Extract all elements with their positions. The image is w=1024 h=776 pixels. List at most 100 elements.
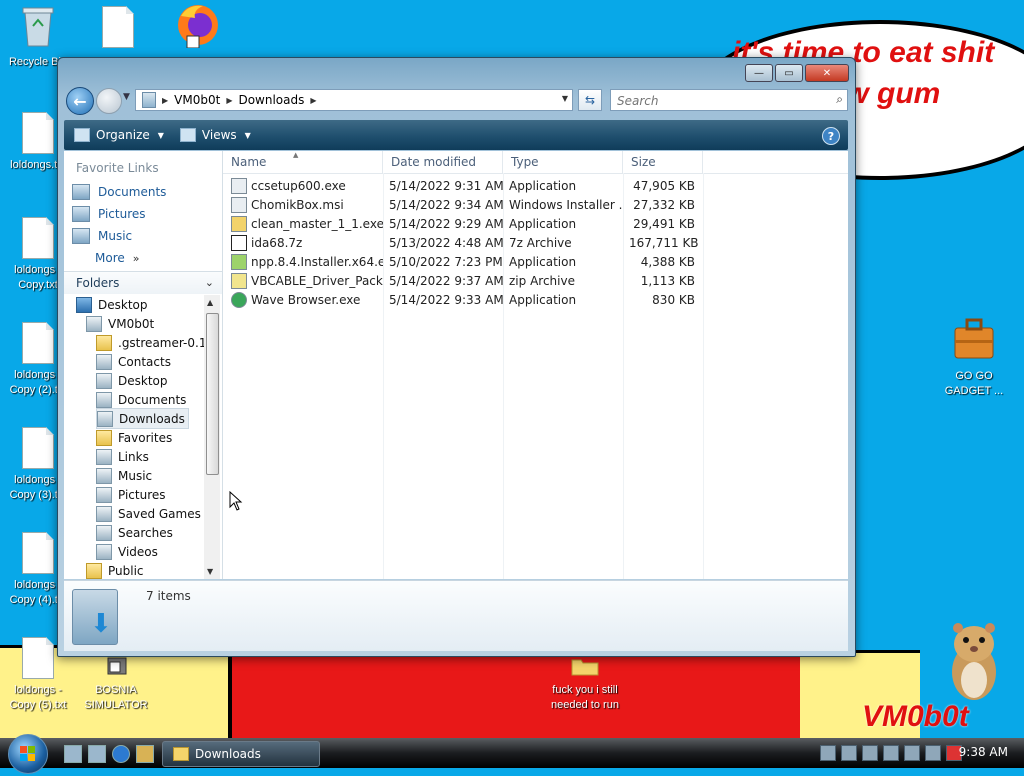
column-header-date-modified[interactable]: Date modified <box>383 151 503 173</box>
file-row[interactable]: clean_master_1_1.exe 5/14/2022 9:29 AM A… <box>223 214 848 233</box>
scroll-down-icon[interactable]: ▼ <box>207 567 213 576</box>
folder-icon <box>142 92 156 108</box>
tree-item-music[interactable]: Music <box>96 466 152 485</box>
network-icon[interactable] <box>925 745 941 761</box>
tree-item-saved-games[interactable]: Saved Games <box>96 504 201 523</box>
favorite-link-pictures[interactable]: Pictures <box>64 203 222 225</box>
desktop-icon-folder[interactable]: fuck you i still needed to run <box>540 656 630 713</box>
more-links-button[interactable]: More » <box>64 247 222 269</box>
organize-button[interactable]: Organize ▼ <box>74 128 164 142</box>
favorite-link-music[interactable]: Music <box>64 225 222 247</box>
file-row[interactable]: ida68.7z 5/13/2022 4:48 AM 7z Archive 16… <box>223 233 848 252</box>
tree-item-desktop-sub[interactable]: Desktop <box>96 371 168 390</box>
tray-icon-4[interactable] <box>883 745 899 761</box>
tree-item-vm0b0t[interactable]: VM0b0t <box>86 314 154 333</box>
breadcrumb-separator-icon[interactable]: ▶ <box>162 96 168 105</box>
folder-tree: Desktop VM0b0t .gstreamer-0.10 Contacts … <box>64 295 206 579</box>
tree-item-pictures[interactable]: Pictures <box>96 485 166 504</box>
views-label: Views <box>201 128 237 142</box>
close-button[interactable]: ✕ <box>805 64 849 82</box>
tree-item-contacts[interactable]: Contacts <box>96 352 171 371</box>
breadcrumb-vm0b0t[interactable]: VM0b0t <box>174 93 220 107</box>
folder-icon <box>571 659 599 676</box>
desktop-icon-bosnia-simulator[interactable]: BOSNIA SIMULATOR <box>78 656 154 713</box>
links-folder-icon <box>96 448 112 465</box>
file-row[interactable]: ccsetup600.exe 5/14/2022 9:31 AM Applica… <box>223 176 848 195</box>
address-dropdown-icon[interactable]: ▼ <box>562 94 568 103</box>
scroll-up-icon[interactable]: ▲ <box>207 298 213 307</box>
tree-item-label: Videos <box>118 544 158 559</box>
tray-icon-5[interactable] <box>904 745 920 761</box>
favorites-folder-icon <box>96 429 112 446</box>
videos-folder-icon <box>96 543 112 560</box>
show-desktop-icon[interactable] <box>64 745 82 763</box>
tray-icon-3[interactable] <box>862 745 878 761</box>
scrollbar-thumb[interactable] <box>206 313 219 475</box>
tree-item-favorites[interactable]: Favorites <box>96 428 172 447</box>
start-button[interactable] <box>8 734 48 774</box>
file-icon <box>102 6 134 48</box>
favorite-link-label: Pictures <box>98 207 146 221</box>
tray-icon-2[interactable] <box>841 745 857 761</box>
tree-item-gstreamer[interactable]: .gstreamer-0.10 <box>96 333 206 352</box>
column-header-size[interactable]: Size <box>623 151 703 173</box>
tree-item-label: Documents <box>118 392 187 407</box>
file-date: 5/13/2022 4:48 AM <box>389 235 503 250</box>
desktop-icon-blank-file[interactable] <box>80 6 156 52</box>
tree-item-label: Desktop <box>98 297 148 312</box>
column-divider <box>503 173 504 579</box>
maximize-button[interactable]: ▭ <box>775 64 803 82</box>
address-bar[interactable]: ▶ VM0b0t ▶ Downloads ▶ ▼ <box>135 89 573 111</box>
game-icon[interactable] <box>136 745 154 763</box>
tray-icon-1[interactable] <box>820 745 836 761</box>
file-size: 1,113 KB <box>640 273 695 288</box>
help-button[interactable]: ? <box>822 127 840 145</box>
tree-item-links[interactable]: Links <box>96 447 149 466</box>
file-row[interactable]: Wave Browser.exe 5/14/2022 9:33 AM Appli… <box>223 290 848 309</box>
column-header-type[interactable]: Type <box>503 151 623 173</box>
favorite-link-documents[interactable]: Documents <box>64 181 222 203</box>
file-row[interactable]: ChomikBox.msi 5/14/2022 9:34 AM Windows … <box>223 195 848 214</box>
tree-item-videos[interactable]: Videos <box>96 542 158 561</box>
refresh-button[interactable]: ⇆ <box>578 89 602 111</box>
file-type: 7z Archive <box>509 235 572 250</box>
briefcase-icon <box>954 318 994 359</box>
mouse-cursor-icon <box>229 491 243 511</box>
breadcrumb-separator-icon[interactable]: ▶ <box>226 96 232 105</box>
tree-item-searches[interactable]: Searches <box>96 523 173 542</box>
switch-windows-icon[interactable] <box>88 745 106 763</box>
column-divider <box>623 173 624 579</box>
search-box[interactable]: ⌕ <box>610 89 848 111</box>
tree-item-documents[interactable]: Documents <box>96 390 186 409</box>
contacts-folder-icon <box>96 353 112 370</box>
search-input[interactable] <box>615 92 819 110</box>
file-row[interactable]: npp.8.4.Installer.x64.exe 5/10/2022 7:23… <box>223 252 848 271</box>
file-row[interactable]: VBCABLE_Driver_Pack4... 5/14/2022 9:37 A… <box>223 271 848 290</box>
search-icon[interactable]: ⌕ <box>836 92 843 107</box>
folder-icon <box>86 562 102 579</box>
installer-icon <box>231 177 247 194</box>
sort-ascending-icon: ▲ <box>293 151 299 159</box>
breadcrumb-downloads[interactable]: Downloads <box>238 93 304 107</box>
tree-item-public[interactable]: Public <box>86 561 144 579</box>
back-button[interactable]: ← <box>66 87 94 115</box>
breadcrumb-separator-icon[interactable]: ▶ <box>310 96 316 105</box>
desktop-icon-go-go-gadget[interactable]: GO GO GADGET ... <box>936 316 1012 399</box>
hamster-image <box>952 623 996 700</box>
tree-item-downloads[interactable]: Downloads <box>96 408 189 429</box>
folders-header[interactable]: Folders ⌄ <box>64 271 222 294</box>
column-header-name[interactable]: ▲ Name <box>223 151 383 173</box>
column-divider <box>383 173 384 579</box>
forward-button[interactable] <box>96 88 122 114</box>
views-button[interactable]: Views ▼ <box>179 128 251 142</box>
tree-scrollbar[interactable]: ▲ ▼ <box>204 295 220 579</box>
taskbar-clock[interactable]: 9:38 AM <box>959 745 1008 759</box>
desktop-icon-firefox[interactable] <box>158 2 234 55</box>
desktop-icon-label: GO GO GADGET ... <box>944 370 1004 397</box>
recent-pages-dropdown[interactable]: ▼ <box>123 92 130 102</box>
taskbar-button-downloads[interactable]: Downloads <box>162 741 320 767</box>
minimize-button[interactable]: — <box>745 64 773 82</box>
internet-explorer-icon[interactable] <box>112 745 130 763</box>
file-date: 5/14/2022 9:37 AM <box>389 273 503 288</box>
tree-item-desktop[interactable]: Desktop <box>76 295 148 314</box>
